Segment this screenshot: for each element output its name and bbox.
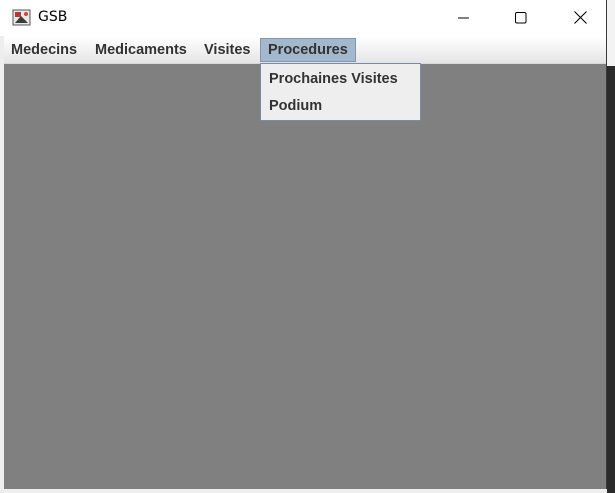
menu-medicaments[interactable]: Medicaments xyxy=(88,39,194,61)
background-region-light xyxy=(606,0,615,66)
window-title: GSB xyxy=(38,9,68,25)
title-bar[interactable]: GSB xyxy=(0,0,606,36)
app-icon xyxy=(12,8,32,28)
procedures-dropdown-menu: Prochaines Visites Podium xyxy=(260,63,421,121)
window-frame-bottom xyxy=(0,489,607,493)
menu-procedures[interactable]: Procedures xyxy=(260,38,356,62)
menu-bar: Medecins Medicaments Visites Procedures xyxy=(4,36,606,64)
maximize-button[interactable] xyxy=(498,0,544,36)
background-region xyxy=(606,0,615,493)
maximize-icon xyxy=(515,9,527,28)
minimize-button[interactable] xyxy=(441,0,487,36)
main-content-area xyxy=(4,64,606,489)
menu-medecins[interactable]: Medecins xyxy=(4,39,84,61)
menu-item-prochaines-visites[interactable]: Prochaines Visites xyxy=(269,71,398,87)
minimize-icon xyxy=(458,9,470,28)
menu-item-podium[interactable]: Podium xyxy=(269,98,322,114)
close-icon xyxy=(573,9,587,28)
menu-visites[interactable]: Visites xyxy=(197,39,258,61)
close-button[interactable] xyxy=(557,0,603,36)
